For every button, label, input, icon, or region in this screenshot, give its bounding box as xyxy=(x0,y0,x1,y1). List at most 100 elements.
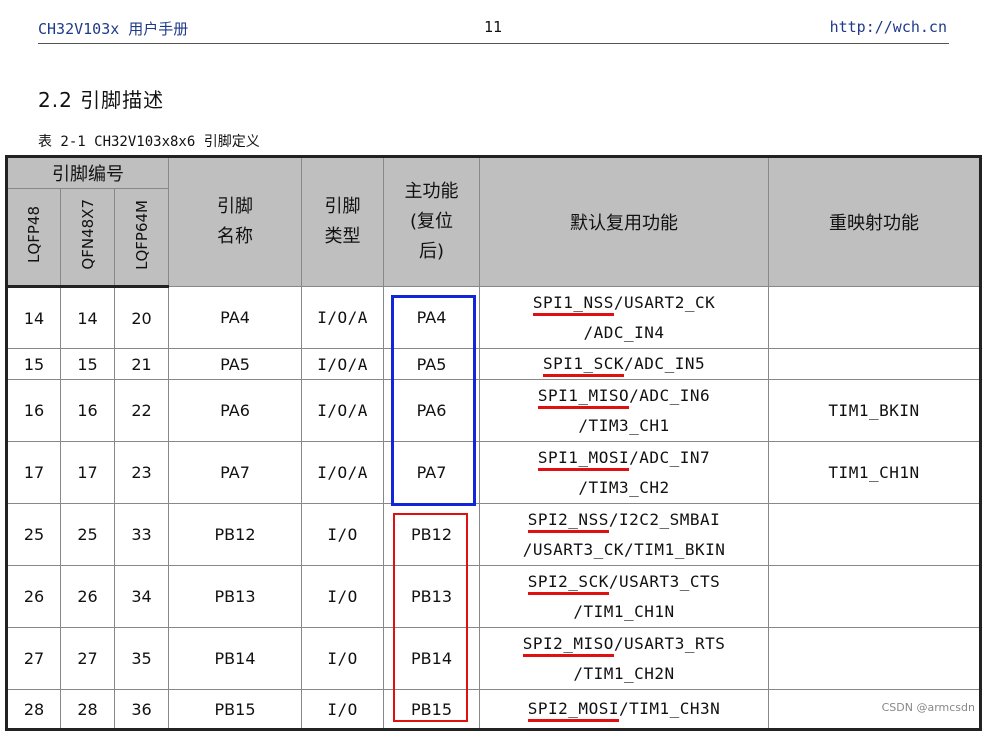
cell-qfn48: 28 xyxy=(60,689,115,730)
cell-default-alt: SPI1_MISO/ADC_IN6/TIM3_CH1 xyxy=(479,379,770,442)
alt-rest: /TIM1_CH3N xyxy=(618,699,721,718)
underlined-spi-signal: SPI1_MOSI xyxy=(537,447,630,471)
section-title: 2.2 引脚描述 xyxy=(38,88,165,112)
cell-lqfp64: 21 xyxy=(113,348,170,380)
cell-pin-type: I/O xyxy=(301,565,385,628)
cell-lqfp64: 33 xyxy=(113,503,170,566)
cell-qfn48: 14 xyxy=(60,286,115,349)
underlined-spi-signal: SPI2_MISO xyxy=(522,633,614,657)
alt-line2: /TIM1_CH2N xyxy=(573,663,675,683)
pin-definition-table: 引脚编号 引脚 名称 引脚 类型 主功能 (复位 后) 默认复用功能 重映射功能… xyxy=(5,155,983,731)
cell-lqfp64: 20 xyxy=(113,286,170,349)
cell-remap: TIM1_BKIN xyxy=(768,379,982,442)
cell-qfn48: 15 xyxy=(60,348,115,380)
alt-rest: /USART2_CK xyxy=(613,292,716,312)
alt-rest: /ADC_IN5 xyxy=(624,354,706,373)
underlined-spi-signal: SPI1_NSS xyxy=(532,292,614,316)
cell-pin-name: PA5 xyxy=(168,348,303,380)
pin-name-header: 引脚 名称 xyxy=(168,156,303,287)
cell-pin-type: I/O xyxy=(301,689,385,730)
cell-lqfp48: 27 xyxy=(6,627,61,690)
main-function-header: 主功能 (复位 后) xyxy=(383,156,481,287)
cell-default-alt: SPI2_MOSI/TIM1_CH3N xyxy=(479,689,770,730)
cell-default-alt: SPI1_NSS/USART2_CK/ADC_IN4 xyxy=(479,286,770,349)
underlined-spi-signal: SPI1_MISO xyxy=(537,385,630,409)
cell-pin-name: PB15 xyxy=(168,689,303,730)
table-row: 27 27 35 PB14 I/O PB14 SPI2_MISO/USART3_… xyxy=(6,627,982,690)
pin-type-header: 引脚 类型 xyxy=(301,156,385,287)
remap-function-header: 重映射功能 xyxy=(768,156,982,287)
cell-remap xyxy=(768,286,982,349)
cell-lqfp48: 14 xyxy=(6,286,61,349)
cell-remap xyxy=(768,503,982,566)
red-highlight-box xyxy=(393,513,468,722)
alt-rest: /I2C2_SMBAI xyxy=(608,509,721,529)
cell-lqfp48: 16 xyxy=(6,379,61,442)
cell-pin-type: I/O/A xyxy=(301,379,385,442)
cell-lqfp48: 25 xyxy=(6,503,61,566)
watermark: CSDN @armcsdn xyxy=(881,701,975,714)
page-number: 11 xyxy=(484,18,503,36)
header-url-link[interactable]: http://wch.cn xyxy=(830,18,947,36)
cell-lqfp64: 36 xyxy=(113,689,170,730)
cell-default-alt: SPI2_NSS/I2C2_SMBAI/USART3_CK/TIM1_BKIN xyxy=(479,503,770,566)
cell-qfn48: 27 xyxy=(60,627,115,690)
default-alt-function-header: 默认复用功能 xyxy=(479,156,770,287)
underlined-spi-signal: SPI1_SCK xyxy=(542,354,625,377)
lqfp64m-header: LQFP64M xyxy=(113,188,170,288)
alt-rest: /ADC_IN6 xyxy=(629,385,711,405)
cell-default-alt: SPI2_SCK/USART3_CTS/TIM1_CH1N xyxy=(479,565,770,628)
table-row: 14 14 20 PA4 I/O/A PA4 SPI1_NSS/USART2_C… xyxy=(6,286,982,349)
alt-line2: /USART3_CK/TIM1_BKIN xyxy=(522,539,726,559)
cell-default-alt: SPI1_SCK/ADC_IN5 xyxy=(479,348,770,380)
alt-rest: /ADC_IN7 xyxy=(629,447,711,467)
cell-pin-name: PB12 xyxy=(168,503,303,566)
table-row: 15 15 21 PA5 I/O/A PA5 SPI1_SCK/ADC_IN5 xyxy=(6,348,982,380)
cell-qfn48: 26 xyxy=(60,565,115,628)
cell-default-alt: SPI2_MISO/USART3_RTS/TIM1_CH2N xyxy=(479,627,770,690)
cell-default-alt: SPI1_MOSI/ADC_IN7/TIM3_CH2 xyxy=(479,441,770,504)
cell-qfn48: 17 xyxy=(60,441,115,504)
blue-highlight-box xyxy=(391,295,476,506)
table-row: 16 16 22 PA6 I/O/A PA6 SPI1_MISO/ADC_IN6… xyxy=(6,379,982,442)
alt-line2: /TIM3_CH2 xyxy=(578,477,670,497)
cell-pin-type: I/O xyxy=(301,503,385,566)
pin-number-group-header: 引脚编号 xyxy=(5,156,170,189)
qfn48x7-header: QFN48X7 xyxy=(60,188,115,288)
cell-pin-name: PA7 xyxy=(168,441,303,504)
cell-lqfp64: 22 xyxy=(113,379,170,442)
header-divider xyxy=(38,43,949,44)
cell-pin-type: I/O/A xyxy=(301,286,385,349)
underlined-spi-signal: SPI2_NSS xyxy=(527,509,609,533)
cell-remap xyxy=(768,627,982,690)
table-row: 26 26 34 PB13 I/O PB13 SPI2_SCK/USART3_C… xyxy=(6,565,982,628)
table-row: 25 25 33 PB12 I/O PB12 SPI2_NSS/I2C2_SMB… xyxy=(6,503,982,566)
table-row: 28 28 36 PB15 I/O PB15 SPI2_MOSI/TIM1_CH… xyxy=(6,689,982,730)
cell-qfn48: 25 xyxy=(60,503,115,566)
cell-pin-type: I/O/A xyxy=(301,348,385,380)
cell-pin-type: I/O/A xyxy=(301,441,385,504)
cell-lqfp48: 17 xyxy=(6,441,61,504)
cell-pin-name: PB14 xyxy=(168,627,303,690)
alt-line2: /TIM1_CH1N xyxy=(573,601,675,621)
alt-line2: /ADC_IN4 xyxy=(583,322,665,342)
doc-header-title: CH32V103x 用户手册 xyxy=(38,20,189,38)
cell-lqfp48: 15 xyxy=(6,348,61,380)
alt-line2: /TIM3_CH1 xyxy=(578,415,670,435)
cell-lqfp64: 23 xyxy=(113,441,170,504)
table-row: 17 17 23 PA7 I/O/A PA7 SPI1_MOSI/ADC_IN7… xyxy=(6,441,982,504)
cell-lqfp64: 34 xyxy=(113,565,170,628)
cell-pin-name: PA6 xyxy=(168,379,303,442)
underlined-spi-signal: SPI2_MOSI xyxy=(527,699,619,722)
alt-rest: /USART3_RTS xyxy=(613,633,726,653)
alt-rest: /USART3_CTS xyxy=(608,571,721,591)
cell-remap xyxy=(768,348,982,380)
cell-remap xyxy=(768,565,982,628)
cell-remap: TIM1_CH1N xyxy=(768,441,982,504)
cell-lqfp48: 26 xyxy=(6,565,61,628)
cell-pin-type: I/O xyxy=(301,627,385,690)
cell-qfn48: 16 xyxy=(60,379,115,442)
lqfp48-header: LQFP48 xyxy=(6,188,61,288)
cell-lqfp64: 35 xyxy=(113,627,170,690)
cell-pin-name: PB13 xyxy=(168,565,303,628)
